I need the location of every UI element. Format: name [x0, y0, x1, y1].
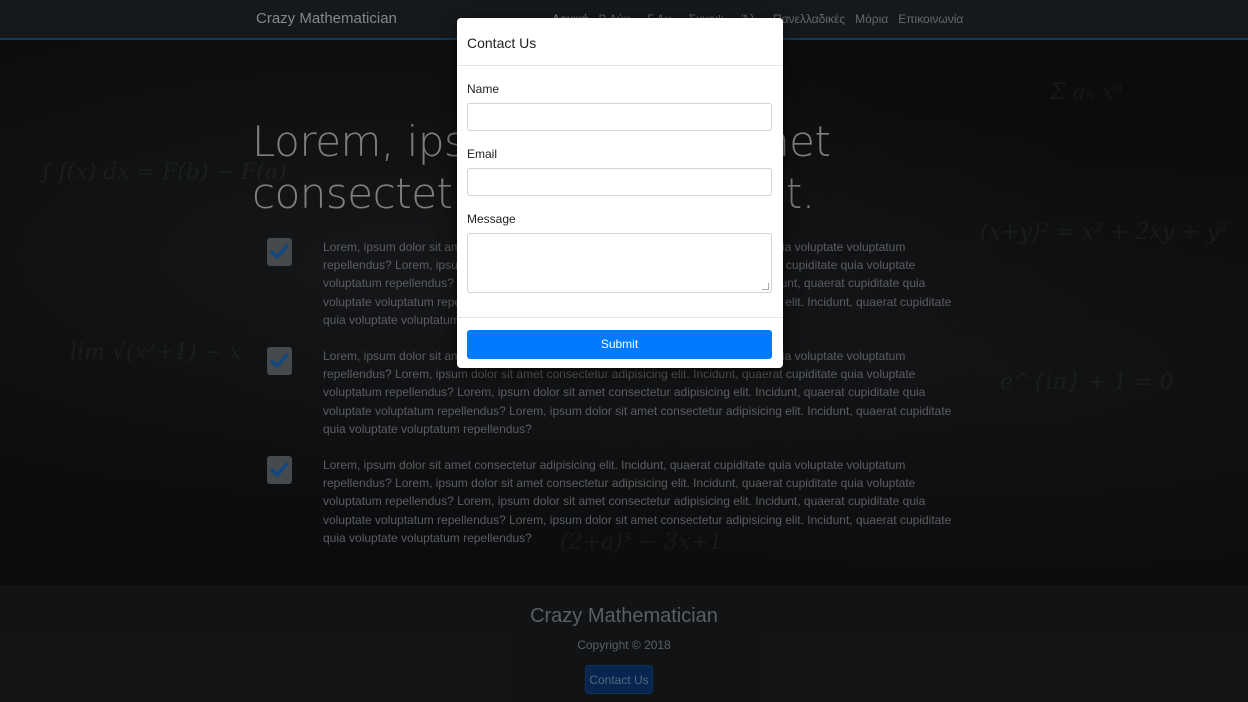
- email-label: Email: [467, 147, 498, 161]
- message-field[interactable]: [467, 233, 772, 293]
- name-label: Name: [467, 82, 500, 96]
- resize-grip-icon[interactable]: [762, 283, 769, 290]
- modal-title: Contact Us: [467, 35, 537, 51]
- message-label: Message: [467, 212, 516, 226]
- name-field[interactable]: [467, 103, 772, 131]
- submit-button[interactable]: Submit: [467, 330, 772, 359]
- modal-header: Contact Us: [457, 18, 783, 66]
- email-field[interactable]: [467, 168, 772, 196]
- contact-modal: Contact Us Name Email Message Submit: [457, 18, 783, 368]
- modal-footer-divider: [457, 317, 783, 318]
